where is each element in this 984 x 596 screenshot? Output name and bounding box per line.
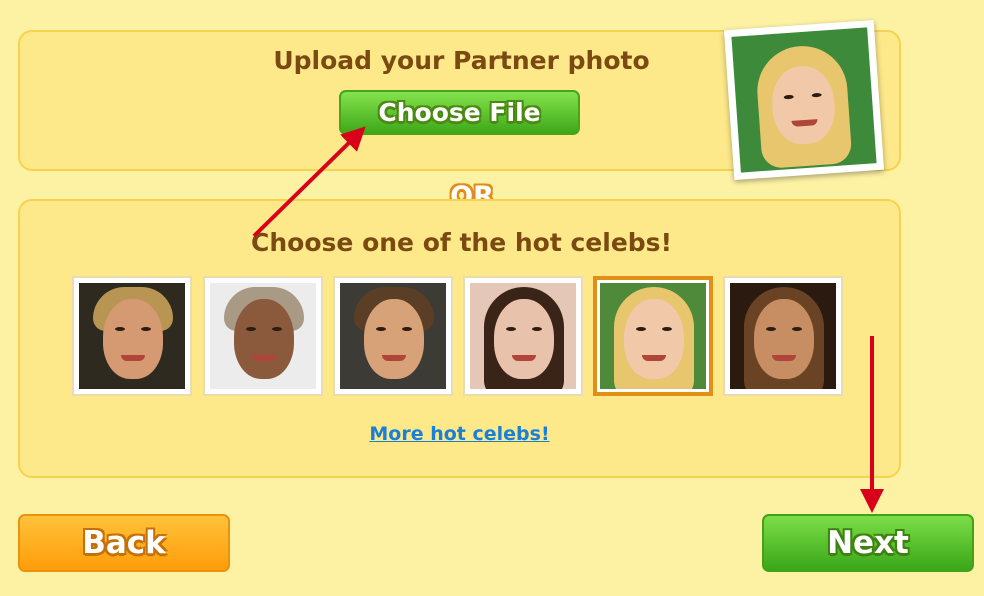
thumbnail-image [730,283,836,389]
celeb-photo-5[interactable] [593,276,713,396]
next-button[interactable]: Next [762,514,974,572]
celeb-photo-1[interactable] [72,276,192,396]
choose-file-button[interactable]: Choose File [339,90,580,135]
thumbnail-image [600,283,706,389]
thumbnail-image [210,283,316,389]
celeb-photo-2[interactable] [203,276,323,396]
celeb-photo-4[interactable] [463,276,583,396]
celeb-photo-3[interactable] [333,276,453,396]
celeb-title: Choose one of the hot celebs! [251,228,672,257]
celeb-photo-6[interactable] [723,276,843,396]
thumbnail-image [470,283,576,389]
more-celebs-link[interactable]: More hot celebs! [357,423,562,445]
partner-photo-preview [723,19,885,181]
thumbnail-image [340,283,446,389]
back-button[interactable]: Back [18,514,230,572]
thumbnail-image [79,283,185,389]
